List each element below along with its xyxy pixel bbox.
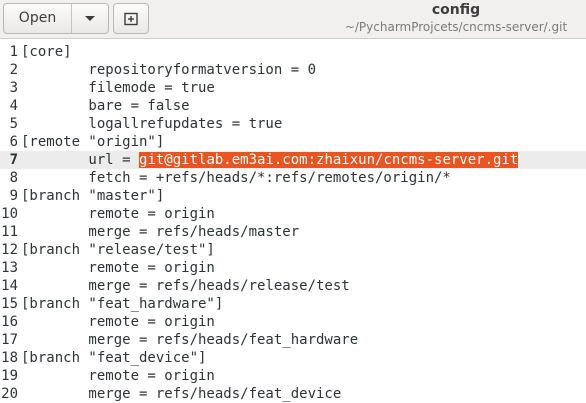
- code-line[interactable]: 13 remote = origin: [0, 259, 586, 277]
- line-number: 14: [1, 278, 18, 294]
- chevron-down-icon: [85, 15, 95, 21]
- line-number: 7: [9, 152, 18, 168]
- line-text[interactable]: [branch "release/test"]: [21, 241, 215, 259]
- line-text[interactable]: fetch = +refs/heads/*:refs/remotes/origi…: [21, 169, 450, 187]
- line-text[interactable]: remote = origin: [21, 367, 214, 385]
- code-line[interactable]: 15 [branch "feat_hardware"]: [0, 295, 586, 313]
- line-text[interactable]: [branch "feat_hardware"]: [21, 295, 223, 313]
- line-number: 15: [1, 296, 18, 312]
- line-number: 4: [9, 98, 18, 114]
- line-text[interactable]: merge = refs/heads/master: [21, 223, 299, 241]
- line-number: 11: [1, 224, 18, 240]
- new-tab-button[interactable]: [113, 3, 149, 34]
- line-text[interactable]: [core]: [21, 43, 72, 61]
- code-line[interactable]: 10 remote = origin: [0, 205, 586, 223]
- code-line[interactable]: 7 url = git@gitlab.em3ai.com:zhaixun/cnc…: [0, 151, 586, 169]
- line-number: 1: [9, 44, 18, 60]
- open-button-group: Open: [3, 3, 109, 34]
- code-line[interactable]: 20 merge = refs/heads/feat_device: [0, 385, 586, 403]
- line-text[interactable]: [branch "feat_device"]: [21, 349, 206, 367]
- new-tab-icon: [124, 12, 138, 25]
- line-number: 10: [1, 206, 18, 222]
- code-line[interactable]: 2 repositoryformatversion = 0: [0, 61, 586, 79]
- line-text[interactable]: merge = refs/heads/feat_device: [21, 385, 341, 403]
- line-number: 8: [9, 170, 18, 186]
- line-text[interactable]: repositoryformatversion = 0: [21, 61, 316, 79]
- line-text[interactable]: remote = origin: [21, 313, 214, 331]
- line-number: 18: [1, 350, 18, 366]
- open-menu-dropdown-button[interactable]: [72, 4, 108, 33]
- code-line[interactable]: 6 [remote "origin"]: [0, 133, 586, 151]
- line-number: 16: [1, 314, 18, 330]
- line-number: 13: [1, 260, 18, 276]
- open-button[interactable]: Open: [4, 4, 72, 33]
- line-number: 5: [9, 116, 18, 132]
- code-line[interactable]: 5 logallrefupdates = true: [0, 115, 586, 133]
- code-line[interactable]: 17 merge = refs/heads/feat_hardware: [0, 331, 586, 349]
- code-line[interactable]: 12 [branch "release/test"]: [0, 241, 586, 259]
- code-line[interactable]: 1 [core]: [0, 43, 586, 61]
- line-number: 12: [1, 242, 18, 258]
- line-number: 20: [1, 386, 18, 402]
- line-number: 6: [9, 134, 18, 150]
- line-text[interactable]: remote = origin: [21, 205, 214, 223]
- code-line[interactable]: 14 merge = refs/heads/release/test: [0, 277, 586, 295]
- line-text[interactable]: filemode = true: [21, 79, 214, 97]
- line-text[interactable]: merge = refs/heads/feat_hardware: [21, 331, 358, 349]
- line-number: 19: [1, 368, 18, 384]
- line-text[interactable]: merge = refs/heads/release/test: [21, 277, 349, 295]
- window-subtitle: ~/PycharmProjcets/cncms-server/.git: [344, 20, 568, 34]
- line-text[interactable]: bare = false: [21, 97, 189, 115]
- line-text[interactable]: remote = origin: [21, 259, 214, 277]
- code-line[interactable]: 8 fetch = +refs/heads/*:refs/remotes/ori…: [0, 169, 586, 187]
- window-title-block: config ~/PycharmProjcets/cncms-server/.g…: [300, 1, 586, 35]
- code-line[interactable]: 16 remote = origin: [0, 313, 586, 331]
- code-line[interactable]: 11 merge = refs/heads/master: [0, 223, 586, 241]
- code-line[interactable]: 18 [branch "feat_device"]: [0, 349, 586, 367]
- window-title: config: [431, 2, 481, 18]
- line-text[interactable]: [branch "master"]: [21, 187, 164, 205]
- line-number: 9: [9, 188, 18, 204]
- code-line[interactable]: 4 bare = false: [0, 97, 586, 115]
- code-line[interactable]: 9 [branch "master"]: [0, 187, 586, 205]
- line-number: 17: [1, 332, 18, 348]
- header-bar: Open config ~/PycharmProjcets/cncms-serv…: [0, 0, 586, 39]
- line-text-prefix: url =: [21, 152, 140, 168]
- line-number: 3: [9, 80, 18, 96]
- selected-text[interactable]: git@gitlab.em3ai.com:zhaixun/cncms-serve…: [139, 152, 519, 168]
- line-text[interactable]: url = git@gitlab.em3ai.com:zhaixun/cncms…: [21, 151, 519, 169]
- code-line[interactable]: 3 filemode = true: [0, 79, 586, 97]
- line-text[interactable]: logallrefupdates = true: [21, 115, 282, 133]
- line-text[interactable]: [remote "origin"]: [21, 133, 164, 151]
- text-editor[interactable]: 1 [core] 2 repositoryformatversion = 03 fi…: [0, 41, 586, 402]
- code-line[interactable]: 19 remote = origin: [0, 367, 586, 385]
- line-number: 2: [9, 62, 18, 78]
